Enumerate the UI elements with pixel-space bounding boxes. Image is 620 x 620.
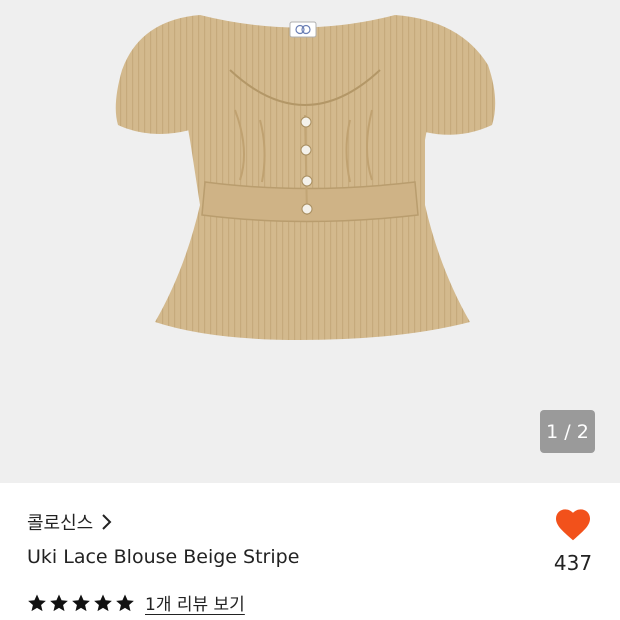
rating-stars bbox=[27, 593, 135, 613]
like-count: 437 bbox=[553, 551, 593, 575]
review-link[interactable]: 1개 리뷰 보기 bbox=[145, 590, 245, 615]
product-gallery[interactable]: 1 / 2 bbox=[0, 0, 620, 483]
star-icon bbox=[93, 593, 113, 613]
brand-name: 콜로신스 bbox=[27, 513, 94, 534]
chevron-right-icon bbox=[101, 513, 113, 531]
product-name: Uki Lace Blouse Beige Stripe bbox=[27, 546, 300, 568]
star-icon bbox=[115, 593, 135, 613]
star-icon bbox=[49, 593, 69, 613]
star-icon bbox=[71, 593, 91, 613]
rating-row: 1개 리뷰 보기 bbox=[27, 590, 245, 615]
heart-icon bbox=[554, 507, 592, 545]
image-counter-badge: 1 / 2 bbox=[540, 410, 595, 453]
brand-link[interactable]: 콜로신스 bbox=[27, 509, 113, 535]
like-button[interactable]: 437 bbox=[548, 507, 598, 575]
product-info-panel: 콜로신스 Uki Lace Blouse Beige Stripe 1개 리뷰 … bbox=[0, 483, 620, 620]
star-icon bbox=[27, 593, 47, 613]
product-image bbox=[115, 15, 496, 340]
image-counter-text: 1 / 2 bbox=[546, 420, 589, 443]
